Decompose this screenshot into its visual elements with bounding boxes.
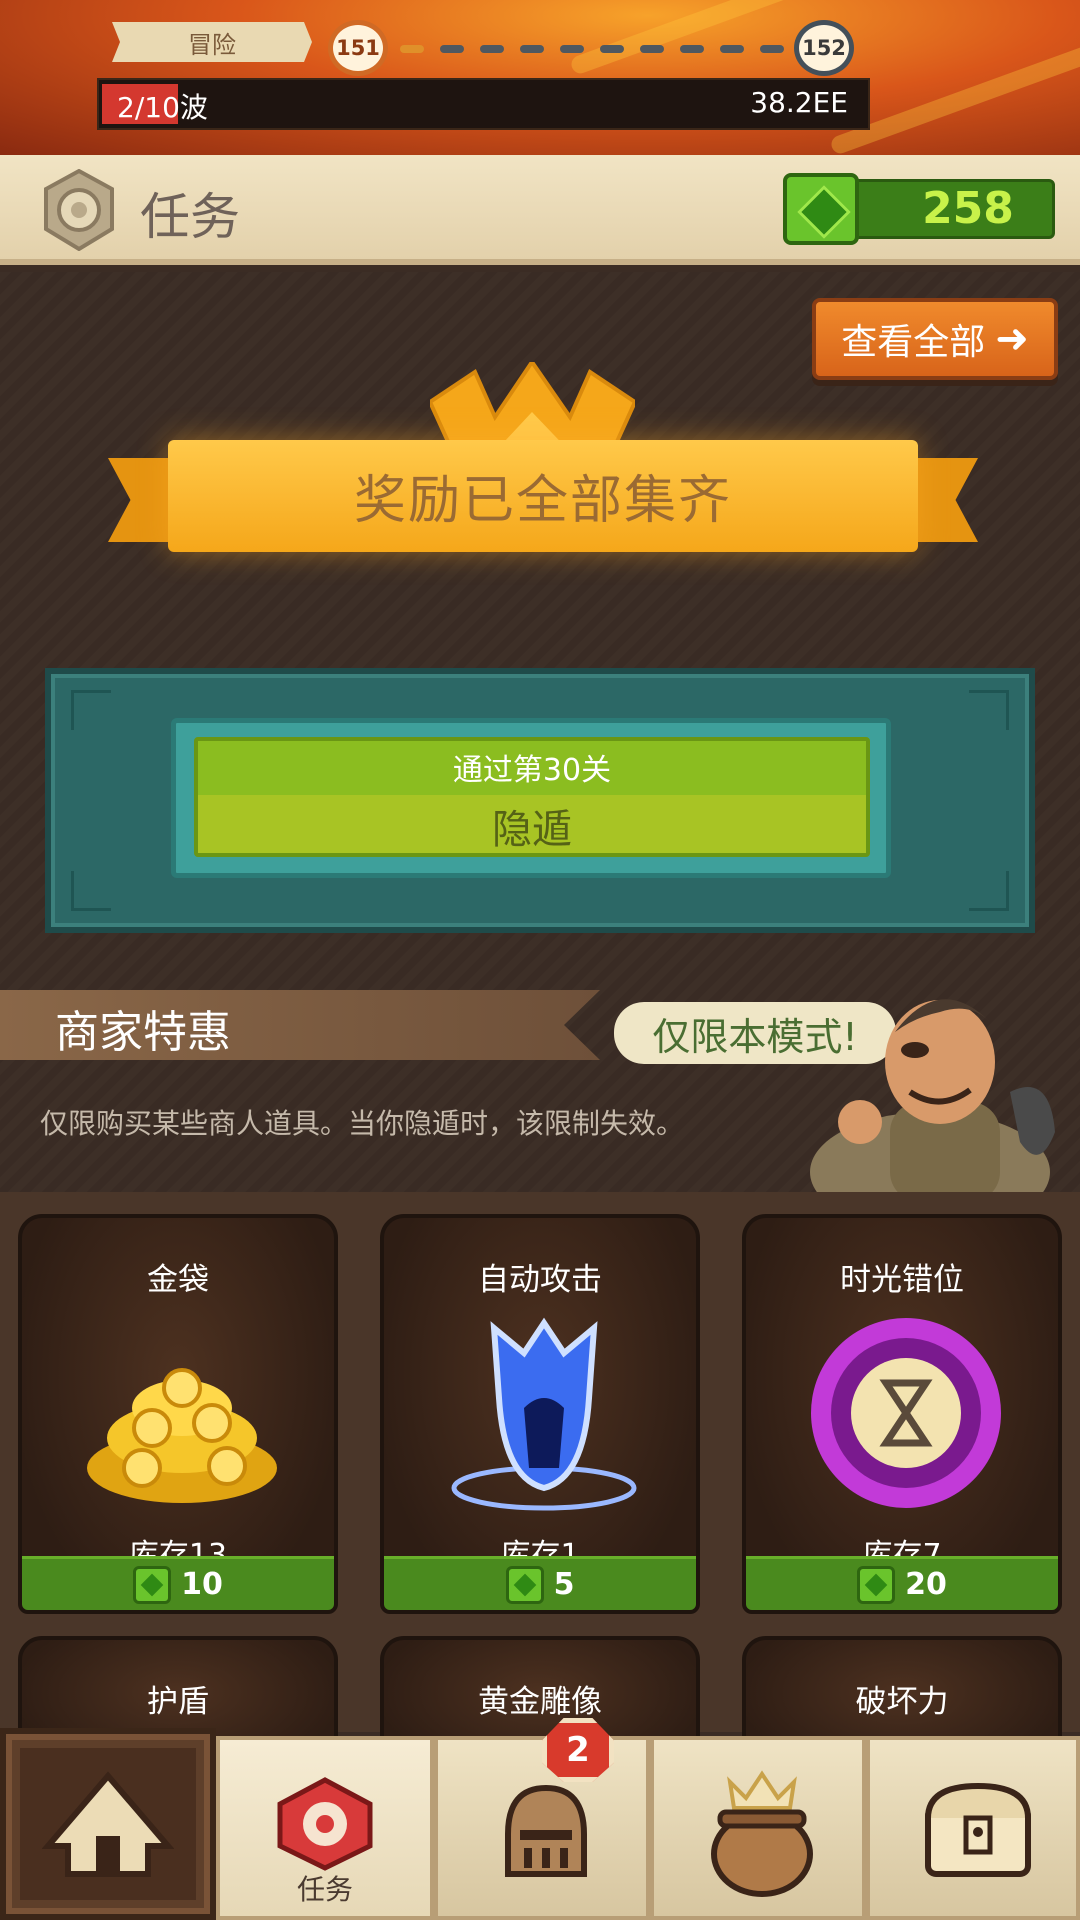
shop-item-name: 黄金雕像 [478, 1684, 602, 1720]
shop-item-name: 护盾 [147, 1684, 209, 1720]
gold-coins-icon [87, 1368, 277, 1503]
level-progress-dash [560, 45, 584, 53]
page-header: 任务 258 [0, 155, 1080, 265]
quest-condition: 通过第30关 [452, 753, 612, 788]
quest-seal-icon [277, 1777, 373, 1871]
shop-item-name: 破坏力 [855, 1684, 949, 1720]
level-progress-dash [720, 45, 744, 53]
gem-icon [857, 1565, 896, 1604]
quest-panel: 通过第30关 隐遁 [45, 668, 1035, 933]
shop-item-name: 金袋 [147, 1262, 209, 1298]
nav-camp[interactable] [0, 1728, 216, 1920]
nav-inventory[interactable] [866, 1736, 1080, 1920]
gem-icon [133, 1565, 172, 1604]
wave-text: 2/10波 [117, 91, 208, 124]
battle-progress-bar: 冒险 151 152 2/10波 38.2EE [0, 0, 1080, 155]
nav-heroes[interactable]: 2 [434, 1718, 650, 1920]
corner-ornament [969, 871, 1009, 911]
arrow-right-icon: ➜ [995, 316, 1029, 362]
level-progress-dash [680, 45, 704, 53]
nav-alchemy[interactable] [650, 1736, 866, 1920]
power-value: 38.2EE [750, 86, 848, 119]
view-all-button[interactable]: 查看全部 ➜ [812, 298, 1058, 380]
price-value: 20 [905, 1567, 947, 1602]
level-progress-dash [600, 45, 624, 53]
quest-title: 隐遁 [492, 807, 572, 853]
level-progress-dash [400, 45, 424, 53]
camp-tent-icon [42, 1771, 174, 1877]
price-value: 10 [181, 1567, 223, 1602]
buy-button[interactable]: 5 [384, 1556, 696, 1610]
level-progress-dash [480, 45, 504, 53]
nav-quests[interactable]: 任务 [216, 1736, 434, 1920]
bottom-nav: 任务 2 [0, 1718, 1080, 1920]
shop-item-time-warp[interactable]: 时光错位 库存7 20 [742, 1214, 1062, 1614]
corner-ornament [71, 871, 111, 911]
quest-bar: 通过第30关 隐遁 [194, 737, 870, 857]
level-progress-dash [440, 45, 464, 53]
shop-item-name: 时光错位 [840, 1262, 964, 1298]
current-level-node: 151 [328, 20, 388, 76]
wave-progress: 2/10波 38.2EE [97, 78, 870, 130]
buy-button[interactable]: 10 [22, 1556, 334, 1610]
gem-icon [783, 173, 859, 245]
merchant-title: 商家特惠 [55, 1007, 231, 1058]
auto-attack-icon [451, 1317, 637, 1511]
background-glow [568, 0, 952, 76]
banner-text: 奖励已全部集齐 [353, 471, 732, 531]
page-title: 任务 [140, 188, 240, 246]
level-progress-dash [760, 45, 784, 53]
view-all-label: 查看全部 [841, 322, 986, 363]
quest-seal-icon [44, 169, 114, 251]
gem-icon [505, 1565, 544, 1604]
merchant-description: 仅限购买某些商人道具。当你隐遁时，该限制失效。 [40, 1107, 685, 1140]
gem-count: 258 [922, 183, 1014, 234]
corner-ornament [969, 690, 1009, 730]
nav-label: 任务 [296, 1873, 353, 1906]
quest-card[interactable]: 通过第30关 隐遁 [171, 718, 891, 878]
merchant-character [810, 999, 1055, 1204]
next-level-node: 152 [794, 20, 854, 76]
rewards-complete-banner: 奖励已全部集齐 [108, 440, 978, 560]
notification-badge: 2 [542, 1718, 614, 1782]
gem-counter[interactable]: 258 [783, 173, 1055, 245]
knight-helmet-icon [505, 1784, 587, 1877]
merchant-header: 商家特惠 [0, 990, 600, 1060]
shop-item-name: 自动攻击 [478, 1262, 602, 1298]
corner-ornament [71, 690, 111, 730]
cauldron-icon [711, 1770, 813, 1897]
buy-button[interactable]: 20 [746, 1556, 1058, 1610]
shop-item-gold-bag[interactable]: 金袋 库存13 10 [18, 1214, 338, 1614]
level-progress-dash [640, 45, 664, 53]
time-warp-icon [811, 1318, 1001, 1508]
level-progress-dash [520, 45, 544, 53]
mode-tag: 冒险 [112, 22, 312, 62]
price-value: 5 [553, 1567, 575, 1602]
treasure-chest-icon [925, 1782, 1031, 1877]
shop-item-auto-attack[interactable]: 自动攻击 库存1 5 [380, 1214, 700, 1614]
